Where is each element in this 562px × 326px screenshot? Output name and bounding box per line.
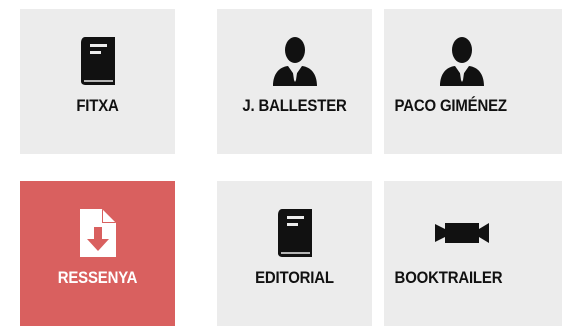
video-camera-icon: [384, 205, 539, 261]
document-download-icon: [20, 205, 175, 261]
tile-label: PACO GIMÉNEZ: [394, 96, 507, 115]
tile-editorial[interactable]: EDITORIAL: [217, 181, 372, 326]
tile-label: FITXA: [76, 96, 119, 115]
book-icon: [20, 33, 175, 89]
tile-j-ballester[interactable]: J. BALLESTER: [217, 9, 372, 154]
tile-booktrailer[interactable]: BOOKTRAILER: [384, 181, 562, 326]
tile-label: EDITORIAL: [255, 268, 334, 287]
tile-ressenya[interactable]: RESSENYA: [20, 181, 175, 326]
person-icon: [217, 33, 372, 89]
tile-label: J. BALLESTER: [242, 96, 347, 115]
tile-label: BOOKTRAILER: [394, 268, 503, 287]
tile-fitxa[interactable]: FITXA: [20, 9, 175, 154]
person-icon: [384, 33, 539, 89]
tile-paco-gimenez[interactable]: PACO GIMÉNEZ: [384, 9, 562, 154]
book-icon: [217, 205, 372, 261]
tile-label: RESSENYA: [57, 268, 138, 287]
